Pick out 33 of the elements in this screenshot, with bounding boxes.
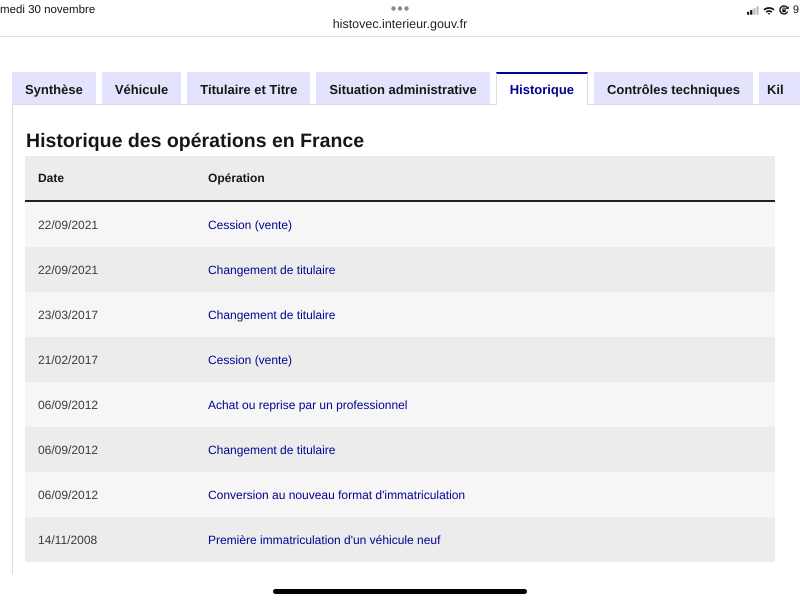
tab[interactable]: Synthèse [12, 72, 96, 104]
tab[interactable]: Titulaire et Titre [187, 72, 310, 104]
tab[interactable]: Historique [496, 72, 588, 105]
operation-link[interactable]: Changement de titulaire [208, 262, 336, 276]
tab[interactable]: Contrôles techniques [594, 72, 753, 104]
tab[interactable]: Situation administrative [316, 72, 490, 104]
date-cell: 06/09/2012 [25, 382, 208, 427]
date-cell: 06/09/2012 [25, 427, 208, 472]
more-dots-icon[interactable] [391, 6, 409, 11]
battery-percentage: 9 [792, 4, 799, 16]
date-cell: 14/11/2008 [25, 517, 208, 562]
operation-link[interactable]: Conversion au nouveau format d'immatriculation [208, 488, 466, 502]
signal-icon [746, 6, 759, 14]
date-cell: 21/02/2017 [25, 337, 208, 382]
rotation-lock-icon [778, 5, 789, 15]
operation-link[interactable]: Changement de titulaire [208, 442, 336, 456]
operation-link[interactable]: Changement de titulaire [208, 308, 336, 322]
wifi-icon [762, 6, 775, 14]
date-cell: 23/03/2017 [25, 292, 208, 337]
tab[interactable]: Kil [758, 72, 800, 104]
operation-link[interactable]: Cession (vente) [208, 218, 292, 232]
url-text[interactable]: histovec.interieur.gouv.fr [332, 17, 468, 36]
operation-link[interactable]: Première immatriculation d'un véhicule neuf [208, 532, 440, 546]
tab[interactable]: Véhicule [102, 72, 182, 104]
section-title: Historique des opérations en France [26, 129, 366, 154]
status-date: medi 30 novembre [0, 3, 96, 17]
column-header: Opération [208, 156, 775, 201]
date-cell: 22/09/2021 [25, 247, 208, 292]
operation-link[interactable]: Achat ou reprise par un professionnel [208, 398, 408, 412]
date-cell: 22/09/2021 [25, 201, 208, 247]
operation-link[interactable]: Cession (vente) [208, 352, 292, 366]
date-cell: 06/09/2012 [25, 472, 208, 517]
column-header: Date [25, 156, 208, 201]
